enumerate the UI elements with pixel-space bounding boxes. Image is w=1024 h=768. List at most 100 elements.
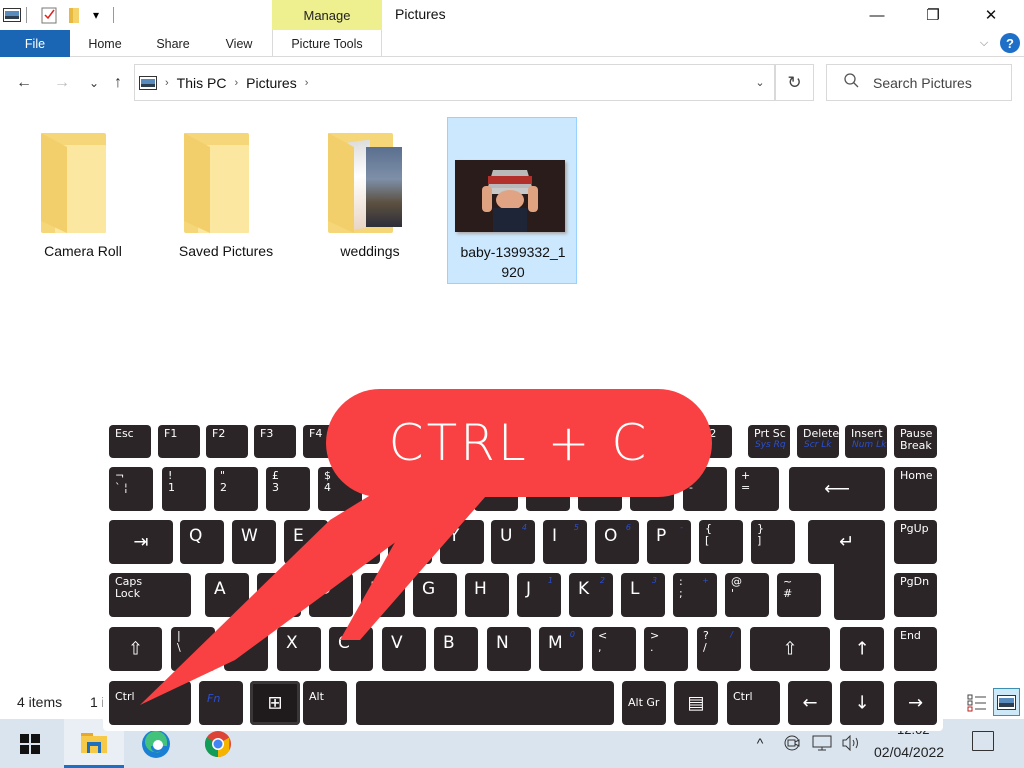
tab-picture-tools[interactable]: Picture Tools: [272, 30, 382, 57]
key: Ctrl: [109, 681, 191, 725]
key-label: + =: [741, 469, 751, 494]
checkmark-icon[interactable]: [39, 5, 59, 25]
separator: [26, 7, 27, 23]
ribbon-collapse-icon[interactable]: ⌵: [976, 34, 992, 52]
tab-file[interactable]: File: [0, 30, 70, 57]
up-button[interactable]: ↑: [106, 70, 130, 96]
folder-item[interactable]: weddings: [305, 117, 435, 284]
address-bar[interactable]: › This PC › Pictures ›: [134, 64, 775, 101]
item-label: Camera Roll: [44, 243, 122, 259]
tab-share[interactable]: Share: [144, 30, 202, 57]
manage-context-tab[interactable]: Manage: [272, 0, 382, 30]
new-folder-icon[interactable]: [66, 5, 82, 25]
notification-center-icon[interactable]: [972, 731, 994, 751]
back-button[interactable]: ←: [12, 70, 36, 96]
large-icons-view-icon[interactable]: [993, 688, 1020, 716]
key-label: @ ': [731, 575, 742, 600]
breadcrumb-separator[interactable]: ›: [234, 77, 238, 89]
help-icon[interactable]: ?: [1000, 33, 1020, 53]
key: →: [894, 681, 937, 725]
key-label: Pause Break: [900, 427, 933, 452]
key-label: ⇥: [133, 531, 149, 553]
key-label: Prt Sc: [754, 427, 786, 440]
key: : ; +: [673, 573, 717, 617]
key-label: Ctrl: [733, 690, 753, 703]
key-label: | \: [177, 629, 181, 654]
start-icon[interactable]: [0, 719, 60, 768]
key-label: " 2: [220, 469, 227, 494]
key-label: V: [391, 633, 403, 653]
callout-bubble: CTRL + C: [326, 389, 712, 497]
key: F1: [158, 425, 200, 458]
show-hidden-icons-button[interactable]: ^: [750, 732, 770, 754]
key-label: PgUp: [900, 522, 929, 535]
forward-button[interactable]: →: [50, 70, 74, 96]
tab-view[interactable]: View: [212, 30, 266, 57]
breadcrumb-this-pc[interactable]: This PC: [177, 75, 227, 91]
customize-dropdown-icon[interactable]: ▾: [88, 5, 104, 25]
key: N: [487, 627, 531, 671]
address-history-dropdown[interactable]: ⌄: [744, 64, 776, 101]
key-label: ←: [802, 692, 818, 714]
key: Z: [224, 627, 268, 671]
key-label: F: [370, 579, 380, 599]
details-view-icon[interactable]: [966, 692, 988, 714]
key: F: [361, 573, 405, 617]
recent-locations-button[interactable]: ⌄: [82, 70, 106, 96]
key: Esc: [109, 425, 151, 458]
key: C: [329, 627, 373, 671]
enter-key-extension: [834, 556, 885, 620]
key-numpad-label: -: [680, 523, 683, 532]
key-label: ~ #: [783, 575, 793, 600]
item-label: Saved Pictures: [178, 243, 274, 259]
key: G: [413, 573, 457, 617]
tab-home[interactable]: Home: [76, 30, 134, 57]
key-numpad-label: 5: [573, 523, 579, 532]
breadcrumb-separator[interactable]: ›: [165, 77, 169, 89]
minimize-button[interactable]: —: [854, 0, 900, 30]
key: Alt: [303, 681, 347, 725]
key-label: : ;: [679, 575, 683, 600]
folder-photos-icon: [328, 133, 402, 233]
key-numpad-label: 4: [521, 523, 527, 532]
key: @ ': [725, 573, 769, 617]
key-label: Insert: [851, 427, 883, 440]
key: A: [205, 573, 249, 617]
folder-icon: [184, 133, 249, 233]
folder-item[interactable]: Camera Roll: [18, 117, 148, 284]
breadcrumb-pictures[interactable]: Pictures: [246, 75, 297, 91]
refresh-button[interactable]: ↻: [775, 64, 814, 101]
image-thumbnail: [455, 160, 565, 232]
key: ⇧: [750, 627, 830, 671]
key-label: Fn: [207, 692, 221, 705]
properties-icon[interactable]: [2, 5, 22, 25]
key: D: [309, 573, 353, 617]
image-file-item[interactable]: baby-1399332_1 920: [447, 117, 577, 284]
close-button[interactable]: ✕: [968, 0, 1014, 30]
breadcrumb-separator[interactable]: ›: [305, 77, 309, 89]
key-label: I: [552, 526, 558, 546]
folder-item[interactable]: Saved Pictures: [161, 117, 291, 284]
key-numpad-label: 3: [651, 576, 657, 585]
key: Ctrl: [727, 681, 780, 725]
key-alt-label: Scr Lk: [804, 440, 832, 450]
search-input[interactable]: Search Pictures: [826, 64, 1012, 101]
key: Caps Lock: [109, 573, 191, 617]
network-icon[interactable]: [810, 732, 834, 754]
key-label: X: [286, 633, 298, 653]
key: J1: [517, 573, 561, 617]
key: P-: [647, 520, 691, 564]
key-label: Ctrl: [115, 690, 135, 703]
key-label: < ,: [598, 629, 608, 654]
key-numpad-label: +: [702, 576, 709, 585]
key: Delete Scr Lk: [797, 425, 839, 458]
volume-icon[interactable]: [840, 732, 862, 754]
key-label: £ 3: [272, 469, 279, 494]
maximize-button[interactable]: ❐: [910, 0, 956, 30]
camera-icon[interactable]: [782, 732, 804, 754]
key-label: F1: [164, 427, 178, 440]
key: ⇧: [109, 627, 162, 671]
key: Y: [440, 520, 484, 564]
key: ? / /: [697, 627, 741, 671]
clock-date[interactable]: 02/04/2022: [874, 744, 944, 760]
